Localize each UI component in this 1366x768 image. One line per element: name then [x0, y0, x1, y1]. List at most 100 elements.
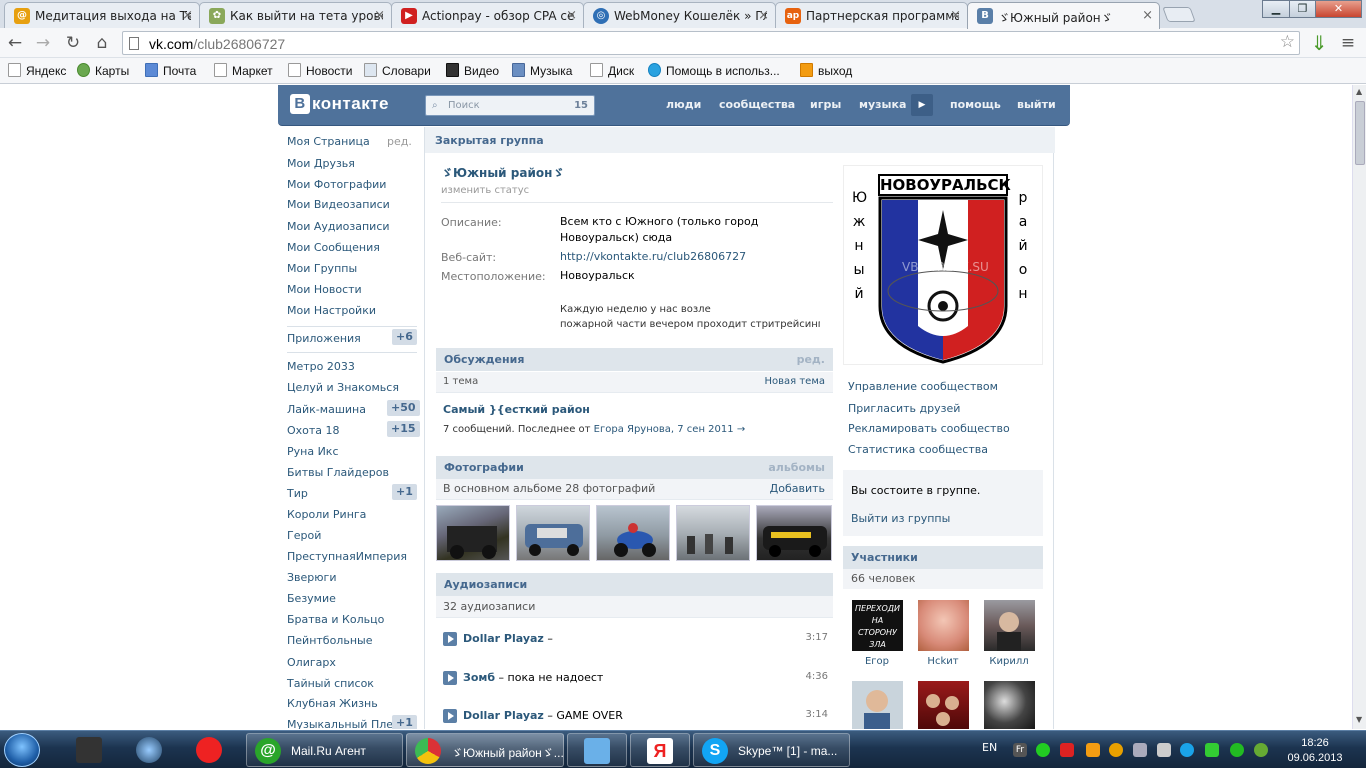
scroll-up-icon[interactable]: ▲	[1356, 87, 1362, 96]
skype-tray-icon[interactable]	[1180, 743, 1194, 757]
nav-music[interactable]: музыка	[859, 98, 906, 111]
menu-game[interactable]: Охота 18	[287, 424, 340, 437]
browser-tab[interactable]: ▶ Actionpay - обзор CPA се ×	[391, 2, 584, 28]
member-name[interactable]: Егор	[847, 656, 907, 667]
play-icon[interactable]	[443, 671, 457, 685]
members-header[interactable]: Участники	[843, 546, 1043, 569]
tray-app-icon[interactable]	[1133, 743, 1147, 757]
menu-game[interactable]: ПреступнаяИмперия	[287, 550, 407, 563]
nav-people[interactable]: люди	[666, 98, 701, 111]
menu-item[interactable]: Мои Настройки	[287, 304, 376, 317]
discussions-header[interactable]: Обсуждения ред.	[436, 348, 833, 371]
menu-game[interactable]: Метро 2033	[287, 360, 355, 373]
play-icon[interactable]	[443, 632, 457, 646]
audio-header[interactable]: Аудиозаписи	[436, 573, 833, 596]
info-icon[interactable]	[1254, 743, 1268, 757]
close-icon[interactable]: ×	[182, 8, 193, 23]
menu-game[interactable]: Руна Икс	[287, 445, 339, 458]
scroll-down-icon[interactable]: ▼	[1356, 715, 1362, 724]
menu-game[interactable]: Братва и Кольцо	[287, 613, 384, 626]
menu-game[interactable]: Лайк-машина	[287, 403, 366, 416]
menu-item[interactable]: Мои Видеозаписи	[287, 198, 390, 211]
taskbar-pinned-app[interactable]	[68, 733, 110, 767]
menu-game[interactable]: Целуй и Знакомься	[287, 381, 399, 394]
menu-game[interactable]: Тир	[287, 487, 308, 500]
nav-games[interactable]: игры	[810, 98, 841, 111]
member-avatar[interactable]	[918, 600, 969, 651]
network-icon[interactable]	[1205, 743, 1219, 757]
taskbar-skype[interactable]: S Skype™ [1] - ma...	[693, 733, 850, 767]
bookmark-item[interactable]: Яндекс	[8, 63, 66, 78]
close-icon[interactable]: ×	[1142, 8, 1153, 23]
close-icon[interactable]: ×	[950, 8, 961, 23]
photo-thumbnail[interactable]	[596, 505, 670, 561]
topic-title[interactable]: Самый }{есткий район	[443, 403, 590, 416]
download-icon[interactable]: ⇓	[1307, 31, 1331, 55]
nav-help[interactable]: помощь	[950, 98, 1001, 111]
player-play-icon[interactable]: ▶	[911, 94, 933, 116]
taskbar-pinned-app[interactable]	[128, 733, 170, 767]
taskbar-chrome[interactable]: ゞЮжный районゞ...	[406, 733, 564, 767]
bookmark-item[interactable]: Словари	[364, 63, 431, 78]
invite-friends-link[interactable]: Пригласить друзей	[848, 402, 960, 415]
bookmark-item[interactable]: выход	[800, 63, 852, 78]
close-window-button[interactable]: ✕	[1315, 0, 1362, 18]
menu-apps[interactable]: Приложения	[287, 332, 361, 345]
edit-status-link[interactable]: изменить статус	[441, 185, 529, 196]
vk-logo[interactable]: Вконтакте	[290, 94, 389, 114]
browser-tab[interactable]: ◎ WebMoney Кошелёк » Гл ×	[583, 2, 776, 28]
leave-group-link[interactable]: Выйти из группы	[851, 512, 950, 525]
menu-game[interactable]: Клубная Жизнь	[287, 697, 378, 710]
language-bar-icon[interactable]: Fr	[1013, 743, 1027, 757]
game-count-badge[interactable]: +15	[387, 421, 420, 437]
member-avatar[interactable]	[984, 681, 1035, 729]
page-scrollbar[interactable]: ▲ ▼	[1352, 85, 1366, 729]
website-link[interactable]: http://vkontakte.ru/club26806727	[560, 249, 746, 265]
menu-game[interactable]: Короли Ринга	[287, 508, 366, 521]
photo-thumbnail[interactable]	[436, 505, 510, 561]
member-avatar[interactable]	[852, 681, 903, 729]
group-avatar[interactable]: Южный район НОВОУРАЛЬСК VBISTREKK.SU	[843, 165, 1043, 365]
game-count-badge[interactable]: +1	[392, 715, 417, 729]
apps-count-badge[interactable]: +6	[392, 329, 417, 345]
menu-item[interactable]: Мои Сообщения	[287, 241, 380, 254]
check-icon[interactable]	[1230, 743, 1244, 757]
member-name[interactable]: Нсkит	[913, 656, 973, 667]
bookmark-item[interactable]: Маркет	[214, 63, 273, 78]
tray-app-icon[interactable]	[1109, 743, 1123, 757]
maximize-button[interactable]: ❐	[1289, 0, 1316, 18]
arrow-right-icon[interactable]: →	[737, 424, 745, 435]
taskbar-mailru-agent[interactable]: @ Mail.Ru Агент	[246, 733, 403, 767]
game-count-badge[interactable]: +50	[387, 400, 420, 416]
scrollbar-thumb[interactable]	[1355, 101, 1365, 165]
topic-date-link[interactable]: 7 сен 2011	[677, 424, 733, 435]
browser-tab[interactable]: ✿ Как выйти на тета урове ×	[199, 2, 392, 28]
menu-item[interactable]: Мои Новости	[287, 283, 362, 296]
photo-thumbnail[interactable]	[516, 505, 590, 561]
home-icon[interactable]: ⌂	[90, 31, 114, 55]
photo-thumbnail[interactable]	[756, 505, 832, 561]
search-input[interactable]: ⌕ Поиск 15	[425, 95, 595, 116]
photo-thumbnail[interactable]	[676, 505, 750, 561]
close-icon[interactable]: ×	[566, 8, 577, 23]
input-language[interactable]: EN	[982, 741, 997, 754]
menu-game[interactable]: Музыкальный Плеер	[287, 718, 407, 729]
menu-my-page[interactable]: Моя Страница	[287, 135, 370, 148]
topic-author-link[interactable]: Егора Ярунова,	[594, 424, 674, 435]
minimize-button[interactable]: ▁	[1262, 0, 1290, 18]
taskbar-speaker[interactable]	[567, 733, 627, 767]
manage-community-link[interactable]: Управление сообществом	[848, 380, 998, 393]
photos-header[interactable]: Фотографии альбомы	[436, 456, 833, 479]
nav-communities[interactable]: сообщества	[719, 98, 795, 111]
tray-app-icon[interactable]	[1086, 743, 1100, 757]
menu-game[interactable]: Битвы Глайдеров	[287, 466, 389, 479]
menu-game[interactable]: Тайный список	[287, 677, 374, 690]
system-clock[interactable]: 18:26 09.06.2013	[1285, 736, 1345, 766]
menu-item[interactable]: Мои Фотографии	[287, 178, 386, 191]
menu-edit-link[interactable]: ред.	[387, 135, 412, 148]
browser-tab[interactable]: @ Медитация выхода на Те ×	[4, 2, 200, 28]
menu-game[interactable]: Зверюги	[287, 571, 336, 584]
community-stats-link[interactable]: Статистика сообщества	[848, 443, 988, 456]
member-avatar[interactable]: ПЕРЕХОДИ НА СТОРОНУ ЗЛА	[852, 600, 903, 651]
reload-icon[interactable]: ↻	[61, 31, 85, 55]
